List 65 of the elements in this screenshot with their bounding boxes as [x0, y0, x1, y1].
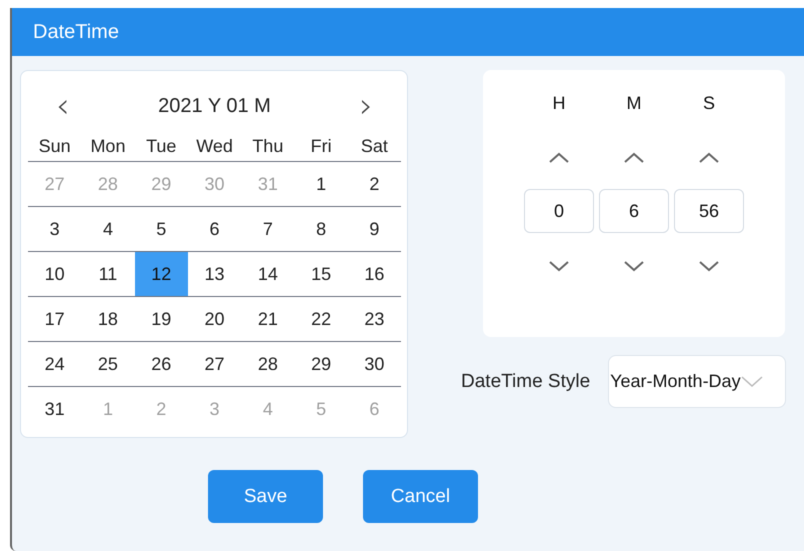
- decrement-button[interactable]: [698, 261, 720, 273]
- style-dropdown[interactable]: Year-Month-Day: [608, 355, 786, 408]
- chevron-up-icon: [623, 151, 645, 163]
- chevron-up-icon: [698, 151, 720, 163]
- calendar-day[interactable]: 27: [188, 342, 242, 386]
- calendar-day[interactable]: 30: [348, 342, 402, 386]
- calendar-day[interactable]: 9: [348, 207, 402, 251]
- chevron-down-icon: [548, 261, 570, 273]
- increment-button[interactable]: [623, 151, 645, 163]
- time-field[interactable]: 0: [524, 189, 594, 233]
- window-title: DateTime: [33, 20, 119, 44]
- decrement-button[interactable]: [548, 261, 570, 273]
- calendar-day[interactable]: 28: [241, 342, 294, 386]
- calendar-day[interactable]: 23: [348, 297, 402, 341]
- weekday-label: Wed: [195, 135, 234, 158]
- calendar-day[interactable]: 29: [294, 342, 348, 386]
- chevron-down-icon: [698, 261, 720, 273]
- calendar-day[interactable]: 11: [81, 252, 135, 296]
- calendar-day[interactable]: 17: [28, 297, 82, 341]
- time-field[interactable]: 6: [599, 189, 669, 233]
- save-button[interactable]: Save: [208, 470, 323, 523]
- calendar-day[interactable]: 2: [348, 162, 402, 206]
- weekday-label: Sun: [38, 135, 72, 158]
- calendar-day[interactable]: 26: [134, 342, 188, 386]
- next-month-button[interactable]: ›: [355, 91, 377, 121]
- calendar-day[interactable]: 12: [134, 252, 188, 296]
- calendar-day[interactable]: 14: [241, 252, 294, 296]
- previous-month-button[interactable]: ‹: [52, 91, 74, 121]
- chevron-down-icon: [740, 376, 763, 388]
- weekday-label: Mon: [89, 135, 126, 158]
- calendar-day[interactable]: 21: [241, 297, 294, 341]
- weekday-label: Fri: [310, 135, 333, 158]
- calendar-day[interactable]: 22: [294, 297, 348, 341]
- time-field[interactable]: 56: [674, 189, 744, 233]
- increment-button[interactable]: [548, 151, 570, 163]
- chevron-up-icon: [548, 151, 570, 163]
- calendar-day[interactable]: 3: [28, 207, 82, 251]
- month-heading: 2021 Y 01 M: [158, 94, 271, 118]
- time-unit-label: S: [702, 93, 715, 115]
- calendar-day[interactable]: 4: [81, 207, 135, 251]
- calendar-day[interactable]: 31: [28, 387, 82, 431]
- calendar-day[interactable]: 13: [188, 252, 242, 296]
- weekday-label: Sat: [360, 135, 389, 158]
- calendar-day[interactable]: 18: [81, 297, 135, 341]
- calendar-day[interactable]: 1: [294, 162, 348, 206]
- calendar-day[interactable]: 16: [348, 252, 402, 296]
- chevron-down-icon: [623, 261, 645, 273]
- cancel-button[interactable]: Cancel: [363, 470, 478, 523]
- calendar-day[interactable]: 6: [188, 207, 242, 251]
- calendar-day[interactable]: 5: [134, 207, 188, 251]
- style-label: DateTime Style: [461, 370, 590, 392]
- weekday-label: Tue: [145, 135, 178, 158]
- weekday-label: Thu: [251, 135, 284, 158]
- calendar-day[interactable]: 19: [134, 297, 188, 341]
- time-unit-label: M: [626, 93, 642, 115]
- calendar-day[interactable]: 7: [241, 207, 294, 251]
- calendar-day[interactable]: 8: [294, 207, 348, 251]
- calendar-day[interactable]: 10: [28, 252, 82, 296]
- decrement-button[interactable]: [623, 261, 645, 273]
- calendar-day[interactable]: 15: [294, 252, 348, 296]
- calendar-day[interactable]: 20: [188, 297, 242, 341]
- calendar-day[interactable]: 25: [81, 342, 135, 386]
- increment-button[interactable]: [698, 151, 720, 163]
- time-unit-label: H: [552, 93, 566, 115]
- calendar-day[interactable]: 24: [28, 342, 82, 386]
